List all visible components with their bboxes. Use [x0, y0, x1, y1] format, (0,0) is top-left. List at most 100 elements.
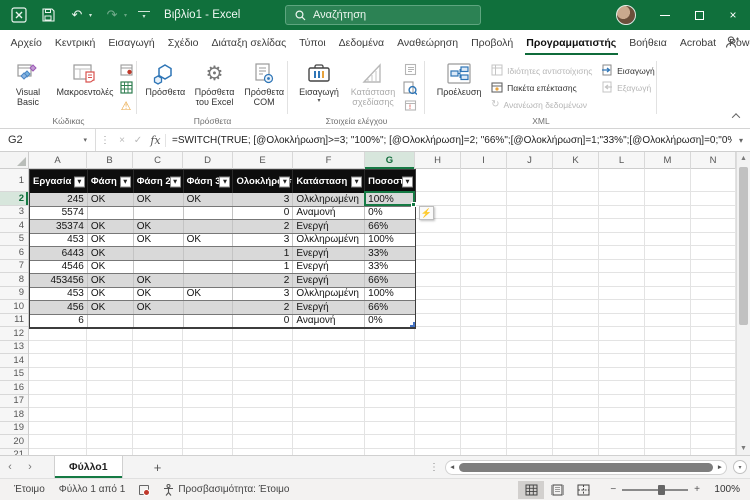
column-header-L[interactable]: L [599, 152, 645, 169]
column-header-I[interactable]: I [461, 152, 507, 169]
zoom-slider[interactable] [622, 489, 688, 491]
column-header-K[interactable]: K [553, 152, 599, 169]
row-header-1[interactable]: 1 [0, 169, 28, 192]
column-header-N[interactable]: N [691, 152, 736, 169]
table-cell[interactable]: 453 [30, 234, 88, 247]
quick-access-customize-icon[interactable]: ▾ [138, 11, 150, 20]
table-cell[interactable]: 3 [233, 288, 293, 301]
expand-formula-bar-icon[interactable]: ▾ [732, 136, 750, 145]
formula-bar-grip-icon[interactable]: ⋮ [96, 135, 114, 146]
table-cell[interactable]: 66% [365, 301, 415, 314]
table-cell[interactable]: 0% [365, 315, 415, 328]
table-cell[interactable]: 456 [30, 301, 88, 314]
zoom-in-button[interactable]: + [694, 484, 700, 495]
row-header-20[interactable]: 20 [0, 435, 28, 449]
table-cell[interactable]: 66% [365, 220, 415, 233]
macro-security-icon[interactable]: ⚠ [118, 98, 134, 113]
filter-button[interactable]: ▾ [219, 176, 230, 187]
column-header-E[interactable]: E [233, 152, 293, 169]
table-cell[interactable]: OK [134, 234, 184, 247]
table-cell[interactable]: 245 [30, 193, 88, 206]
table-cell[interactable]: 33% [365, 247, 415, 260]
table-cell[interactable]: Ενεργή [293, 220, 365, 233]
table-cell[interactable]: OK [134, 301, 184, 314]
table-cell[interactable] [88, 315, 134, 328]
expansion-packs-button[interactable]: Πακέτα επέκτασης [491, 80, 595, 95]
relative-references-icon[interactable] [118, 80, 134, 95]
zoom-percentage[interactable]: 100% [708, 484, 740, 495]
column-header-F[interactable]: F [293, 152, 365, 169]
table-cell[interactable]: Ολκληρωμένη [293, 193, 365, 206]
row-header-18[interactable]: 18 [0, 408, 28, 422]
row-header-8[interactable]: 8 [0, 273, 28, 287]
close-button[interactable]: × [716, 0, 750, 30]
table-cell[interactable]: OK [88, 247, 134, 260]
row-header-7[interactable]: 7 [0, 260, 28, 274]
new-sheet-button[interactable]: + [145, 460, 171, 475]
column-header-G[interactable]: G [365, 152, 415, 169]
column-header-C[interactable]: C [133, 152, 183, 169]
ribbon-tab-εισαγωγή[interactable]: Εισαγωγή [102, 30, 161, 55]
formula-input[interactable]: =SWITCH(TRUE; [@Ολοκλήρωση]>=3; "100%"; … [172, 135, 732, 146]
table-cell[interactable]: 3 [233, 193, 293, 206]
ribbon-tab-αναθεώρηση[interactable]: Αναθεώρηση [391, 30, 465, 55]
table-cell[interactable]: 0 [233, 315, 293, 328]
excel-addins-button[interactable]: ⚙ Πρόσθετα του Excel [189, 59, 241, 115]
row-header-16[interactable]: 16 [0, 381, 28, 395]
share-person-icon[interactable] [724, 35, 740, 54]
vertical-scroll-thumb[interactable] [739, 167, 748, 325]
table-cell[interactable]: OK [184, 288, 234, 301]
table-cell[interactable]: OK [88, 274, 134, 287]
table-cell[interactable]: 1 [233, 247, 293, 260]
ribbon-tab-αρχείο[interactable]: Αρχείο [4, 30, 48, 55]
table-cell[interactable] [184, 274, 234, 287]
ribbon-tab-σχέδιο[interactable]: Σχέδιο [161, 30, 205, 55]
next-sheet-icon[interactable]: › [20, 461, 40, 473]
table-cell[interactable]: OK [134, 193, 184, 206]
table-cell[interactable]: Ενεργή [293, 247, 365, 260]
undo-dropdown-icon[interactable]: ▾ [89, 12, 92, 19]
table-cell[interactable]: 66% [365, 274, 415, 287]
table-cell[interactable]: 2 [233, 301, 293, 314]
table-cell[interactable]: 1 [233, 261, 293, 274]
table-cell[interactable]: Αναμονή [293, 315, 365, 328]
table-cell[interactable]: 5574 [30, 207, 88, 220]
table-cell[interactable] [184, 247, 234, 260]
scroll-right-icon[interactable]: ► [714, 464, 723, 471]
table-cell[interactable]: 2 [233, 274, 293, 287]
table-cell[interactable] [88, 207, 134, 220]
table-cell[interactable]: OK [88, 301, 134, 314]
row-header-13[interactable]: 13 [0, 341, 28, 355]
row-header-5[interactable]: 5 [0, 233, 28, 247]
table-resize-handle[interactable] [410, 322, 415, 327]
account-avatar[interactable] [616, 5, 636, 25]
table-cell[interactable]: 33% [365, 261, 415, 274]
table-cell[interactable]: 2 [233, 220, 293, 233]
filter-button[interactable]: ▾ [351, 176, 362, 187]
table-cell[interactable]: OK [184, 193, 234, 206]
horizontal-scroll-thumb[interactable] [459, 463, 713, 472]
page-layout-view-button[interactable] [544, 481, 570, 499]
table-cell[interactable] [184, 301, 234, 314]
table-cell[interactable]: 0 [233, 207, 293, 220]
table-cell[interactable]: 4546 [30, 261, 88, 274]
filter-button[interactable]: ▾ [170, 176, 181, 187]
collapse-ribbon-icon[interactable] [733, 113, 742, 122]
row-header-9[interactable]: 9 [0, 287, 28, 301]
filter-button[interactable]: ▾ [279, 176, 290, 187]
table-cell[interactable]: OK [88, 234, 134, 247]
flash-fill-options-button[interactable]: ⚡ [419, 206, 434, 220]
save-icon[interactable] [39, 6, 57, 24]
table-cell[interactable]: OK [134, 288, 184, 301]
scroll-left-icon[interactable]: ◄ [449, 464, 458, 471]
view-code-icon[interactable] [402, 80, 418, 95]
row-header-4[interactable]: 4 [0, 219, 28, 233]
column-header-D[interactable]: D [183, 152, 233, 169]
controls-insert-button[interactable]: Εισαγωγή ▾ [294, 59, 344, 115]
ribbon-tab-διάταξη-σελίδας[interactable]: Διάταξη σελίδας [205, 30, 293, 55]
xml-import-button[interactable]: Εισαγωγή [601, 63, 657, 78]
column-header-A[interactable]: A [29, 152, 87, 169]
row-header-15[interactable]: 15 [0, 368, 28, 382]
ribbon-tab-τύποι[interactable]: Τύποι [293, 30, 333, 55]
table-cell[interactable]: OK [134, 220, 184, 233]
